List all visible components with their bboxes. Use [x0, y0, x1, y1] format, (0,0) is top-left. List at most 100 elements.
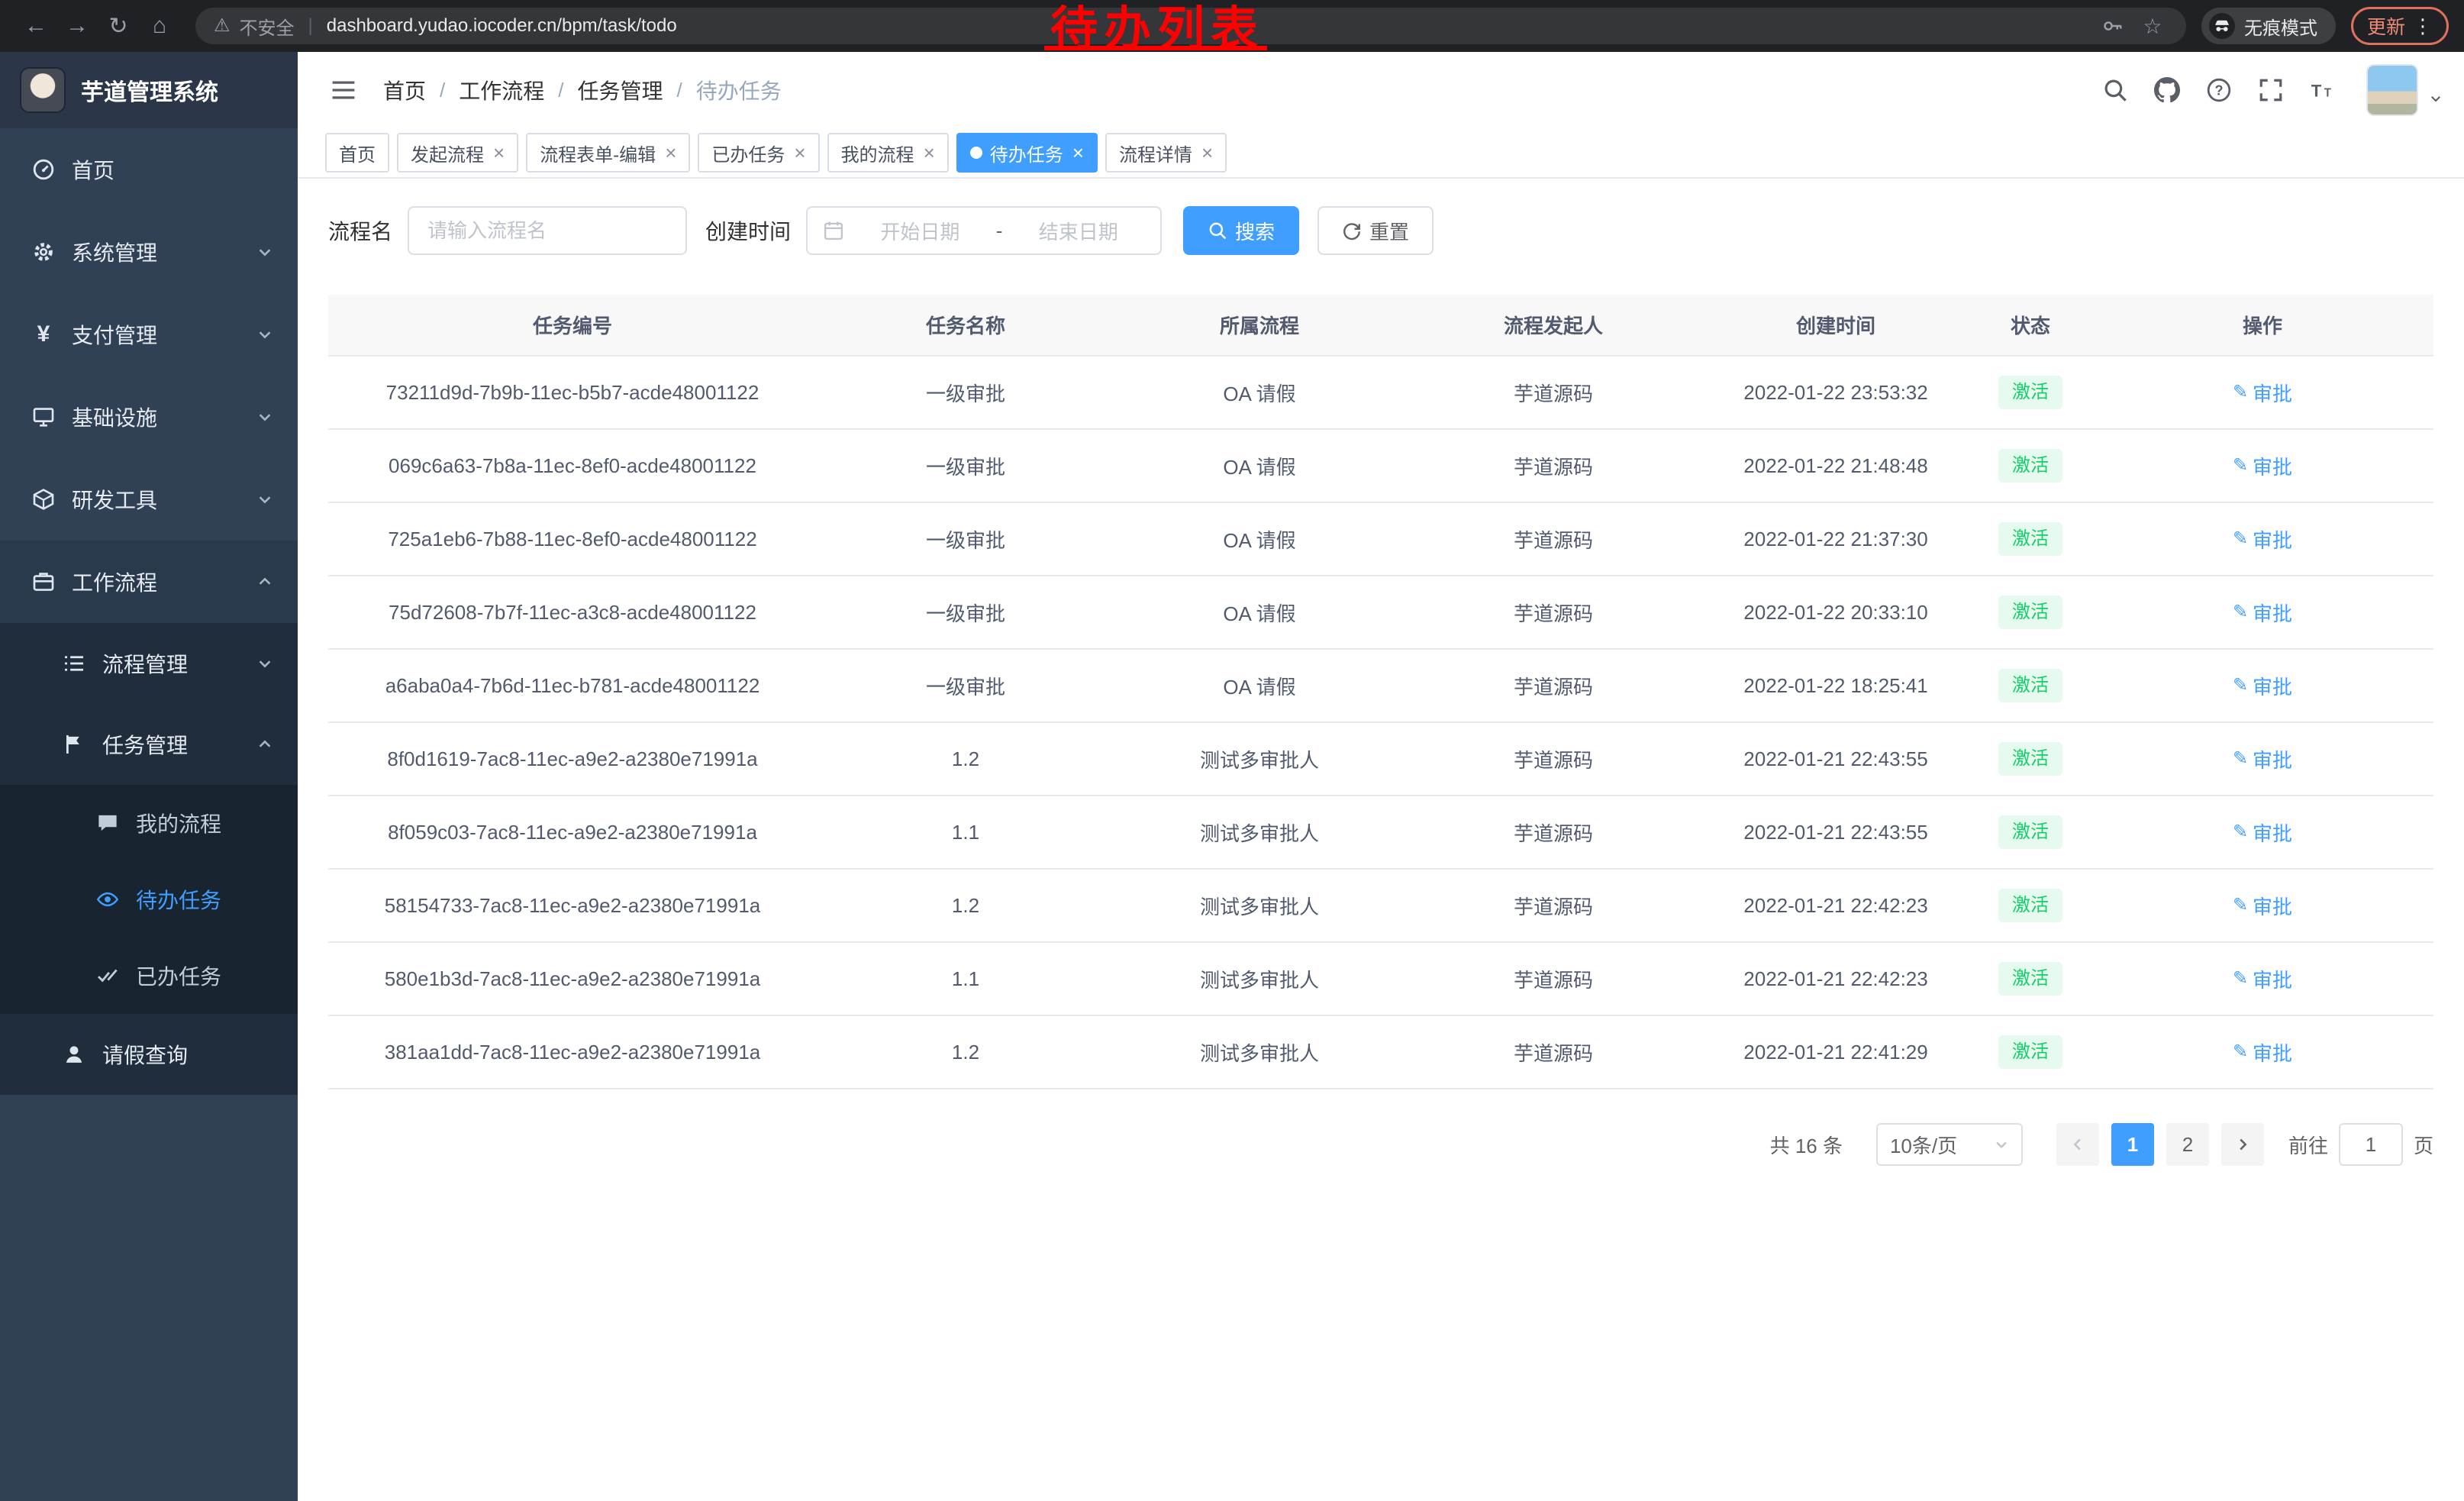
- tab-done-tasks[interactable]: 已办任务×: [698, 133, 819, 173]
- browser-update-button[interactable]: 更新 ⋮: [2351, 7, 2449, 45]
- prev-page-button[interactable]: [2056, 1123, 2099, 1166]
- approve-link[interactable]: ✎审批: [2233, 379, 2292, 407]
- breadcrumb-item[interactable]: 任务管理: [578, 75, 663, 105]
- approve-link-label: 审批: [2253, 525, 2292, 554]
- edit-icon: ✎: [2233, 1043, 2248, 1061]
- sidebar-item-my-process[interactable]: 我的流程: [0, 785, 298, 861]
- edit-icon: ✎: [2233, 383, 2248, 402]
- approve-link[interactable]: ✎审批: [2233, 818, 2292, 847]
- approve-link[interactable]: ✎审批: [2233, 672, 2292, 700]
- search-button[interactable]: 搜索: [1183, 206, 1299, 255]
- chevron-up-icon: [256, 736, 273, 753]
- process-initiator: 芋道源码: [1405, 722, 1702, 796]
- page-unit-label: 页: [2414, 1131, 2433, 1159]
- navbar-actions: ? TT: [2095, 64, 2443, 116]
- approve-link-label: 审批: [2253, 965, 2292, 993]
- sidebar-item-todo-tasks[interactable]: 待办任务: [0, 861, 298, 938]
- breadcrumb-item[interactable]: 首页: [383, 75, 426, 105]
- search-icon[interactable]: [2095, 69, 2136, 111]
- page-button-2[interactable]: 2: [2166, 1123, 2209, 1166]
- chevron-down-icon: [256, 326, 273, 343]
- github-icon[interactable]: [2146, 69, 2188, 111]
- tab-close-icon[interactable]: ×: [924, 143, 935, 163]
- tab-close-icon[interactable]: ×: [493, 143, 505, 163]
- sidebar-item-dev-tools[interactable]: 研发工具: [0, 458, 298, 541]
- tab-close-icon[interactable]: ×: [665, 143, 676, 163]
- sidebar-collapse-button[interactable]: [325, 72, 362, 108]
- page-content: 流程名 创建时间 开始日期 - 结束日期 搜索 重: [298, 179, 2464, 1501]
- tab-home[interactable]: 首页: [325, 133, 389, 173]
- security-chip[interactable]: 不安全: [240, 13, 295, 40]
- sidebar-item-task-management[interactable]: 任务管理: [0, 704, 298, 785]
- tab-process-detail[interactable]: 流程详情×: [1105, 133, 1227, 173]
- pagination: 共 16 条 10条/页 12 前往 页: [328, 1123, 2433, 1166]
- tab-my-process[interactable]: 我的流程 ×: [827, 133, 949, 173]
- sidebar-item-home[interactable]: 首页: [0, 128, 298, 211]
- caret-down-icon[interactable]: [2429, 92, 2443, 105]
- sidebar-item-infrastructure[interactable]: 基础设施: [0, 376, 298, 458]
- reset-button[interactable]: 重置: [1317, 206, 1434, 255]
- browser-menu-icon[interactable]: ⋮: [2413, 16, 2433, 36]
- approve-link[interactable]: ✎审批: [2233, 452, 2292, 480]
- todo-task-table: 任务编号任务名称所属流程流程发起人创建时间状态操作 73211d9d-7b9b-…: [328, 295, 2433, 1089]
- breadcrumb-item[interactable]: 工作流程: [459, 75, 544, 105]
- action-cell: ✎审批: [2091, 869, 2433, 942]
- tab-todo-tasks[interactable]: 待办任务×: [956, 133, 1098, 173]
- task-id: a6aba0a4-7b6d-11ec-b781-acde48001122: [328, 649, 817, 722]
- tab-start-process[interactable]: 发起流程×: [397, 133, 518, 173]
- process-name-input[interactable]: [408, 206, 687, 255]
- sidebar-item-label: 系统管理: [72, 237, 157, 267]
- task-id: 381aa1dd-7ac8-11ec-a9e2-a2380e71991a: [328, 1015, 817, 1089]
- approve-link[interactable]: ✎审批: [2233, 599, 2292, 627]
- browser-back-icon[interactable]: ←: [15, 5, 56, 47]
- page-size-select[interactable]: 10条/页: [1876, 1123, 2023, 1166]
- approve-link[interactable]: ✎审批: [2233, 892, 2292, 920]
- help-icon[interactable]: ?: [2198, 69, 2240, 111]
- sidebar-item-workflow[interactable]: 工作流程: [0, 541, 298, 623]
- created-time: 2022-01-22 23:53:32: [1702, 356, 1969, 429]
- browser-home-icon[interactable]: ⌂: [139, 5, 180, 47]
- bookmark-star-icon[interactable]: ☆: [2137, 14, 2168, 39]
- sidebar-item-process-management[interactable]: 流程管理: [0, 623, 298, 704]
- action-cell: ✎审批: [2091, 796, 2433, 869]
- status-badge: 激活: [1998, 522, 2062, 555]
- page-button-1[interactable]: 1: [2111, 1123, 2154, 1166]
- svg-text:?: ?: [2214, 82, 2223, 98]
- edit-icon: ✎: [2233, 530, 2248, 548]
- process-name-label: 流程名: [328, 215, 392, 246]
- tab-label: 我的流程: [841, 140, 914, 166]
- sidebar-item-payment-management[interactable]: ¥支付管理: [0, 293, 298, 376]
- browser-forward-icon[interactable]: →: [56, 5, 98, 47]
- tab-close-icon[interactable]: ×: [1072, 143, 1084, 163]
- task-id: 73211d9d-7b9b-11ec-b5b7-acde48001122: [328, 356, 817, 429]
- font-size-icon[interactable]: TT: [2302, 69, 2343, 111]
- sidebar-item-system-management[interactable]: 系统管理: [0, 211, 298, 293]
- tab-process-form-edit[interactable]: 流程表单-编辑×: [526, 133, 690, 173]
- edit-icon: ✎: [2233, 603, 2248, 621]
- column-header: 操作: [2091, 295, 2433, 356]
- sidebar-item-label: 已办任务: [136, 960, 221, 991]
- create-time-range-picker[interactable]: 开始日期 - 结束日期: [806, 206, 1162, 255]
- fullscreen-icon[interactable]: [2250, 69, 2291, 111]
- sidebar-item-done-tasks[interactable]: 已办任务: [0, 938, 298, 1014]
- status-badge: 激活: [1998, 376, 2062, 408]
- sidebar-item-leave-query[interactable]: 请假查询: [0, 1014, 298, 1095]
- browser-reload-icon[interactable]: ↻: [98, 5, 139, 47]
- user-avatar[interactable]: [2366, 64, 2418, 116]
- gear-icon: [31, 240, 56, 263]
- approve-link[interactable]: ✎审批: [2233, 745, 2292, 773]
- approve-link-label: 审批: [2253, 892, 2292, 920]
- goto-page-input[interactable]: [2339, 1123, 2403, 1166]
- tab-close-icon[interactable]: ×: [1201, 143, 1213, 163]
- approve-link[interactable]: ✎ 审批: [2233, 525, 2292, 554]
- process-initiator: 芋道源码: [1405, 649, 1702, 722]
- approve-link[interactable]: ✎审批: [2233, 965, 2292, 993]
- sidebar-item-label: 研发工具: [72, 484, 157, 515]
- app-logo-row[interactable]: 芋道管理系统: [0, 52, 298, 128]
- key-icon[interactable]: [2098, 15, 2128, 37]
- approve-link[interactable]: ✎审批: [2233, 1038, 2292, 1067]
- next-page-button[interactable]: [2221, 1123, 2264, 1166]
- chevron-down-icon: [256, 408, 273, 425]
- tab-close-icon[interactable]: ×: [794, 143, 805, 163]
- table-row: 8f0d1619-7ac8-11ec-a9e2-a2380e71991a1.2测…: [328, 722, 2433, 796]
